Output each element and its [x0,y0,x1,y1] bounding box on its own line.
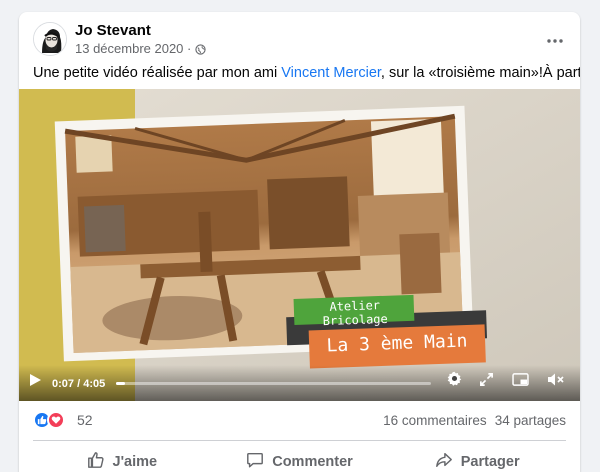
share-label: Partager [460,454,520,470]
love-reaction-icon [47,411,65,429]
share-button[interactable]: Partager [388,444,566,472]
like-label: J'aime [112,454,158,470]
picture-in-picture-button[interactable] [512,373,529,392]
comment-button[interactable]: Commenter [211,444,389,472]
post-text-after: , sur la «troisième main»!À partager! [380,65,580,81]
reaction-count: 52 [77,412,93,428]
pip-icon [512,373,529,392]
post-date[interactable]: 13 décembre 2020 · [75,41,191,56]
progress-bar[interactable] [116,382,431,385]
progress-fill [116,382,126,385]
mute-button[interactable] [547,372,565,392]
play-icon [29,373,42,392]
share-icon [435,451,453,472]
video-player[interactable]: Atelier Bricolage La 3 ème Main 0:07 / 4… [19,89,580,401]
mentioned-user-link[interactable]: Vincent Mercier [281,65,381,81]
post-header: Jo Stevant 13 décembre 2020 · [33,22,566,66]
author-name[interactable]: Jo Stevant [75,22,151,39]
fullscreen-icon [479,372,494,392]
avatar[interactable] [33,22,67,56]
volume-muted-icon [547,372,565,392]
time-separator: / [77,378,81,390]
current-time: 0:07 [52,378,75,390]
time-display: 0:07 / 4:05 [52,378,105,390]
reactions-summary[interactable]: 52 [33,411,93,429]
post-card: Jo Stevant 13 décembre 2020 · Une petite… [19,12,580,472]
video-frame [19,89,580,401]
settings-button[interactable] [446,370,463,392]
post-actions: J'aime Commenter Partager [33,444,566,472]
comment-label: Commenter [272,454,353,470]
stats-right: 16 commentaires 34 partages [383,413,566,428]
more-icon [547,30,563,48]
globe-icon [195,43,206,55]
duration: 4:05 [83,378,106,390]
like-icon [87,451,105,472]
comment-icon [246,451,264,472]
play-button[interactable] [29,373,42,392]
comments-count-link[interactable]: 16 commentaires [383,413,487,428]
more-options-button[interactable] [540,24,570,54]
fullscreen-button[interactable] [479,372,494,392]
video-controls: 0:07 / 4:05 [19,365,580,401]
post-text-before: Une petite vidéo réalisée par mon ami [33,65,282,81]
post-text: Une petite vidéo réalisée par mon ami Vi… [33,64,580,82]
post-meta: 13 décembre 2020 · [75,41,206,56]
settings-icon [446,370,463,392]
divider [33,440,566,441]
video-title-line1: Atelier Bricolage [322,298,388,329]
like-button[interactable]: J'aime [33,444,211,472]
post-stats: 52 16 commentaires 34 partages [33,409,566,433]
shares-count-link[interactable]: 34 partages [495,413,566,428]
